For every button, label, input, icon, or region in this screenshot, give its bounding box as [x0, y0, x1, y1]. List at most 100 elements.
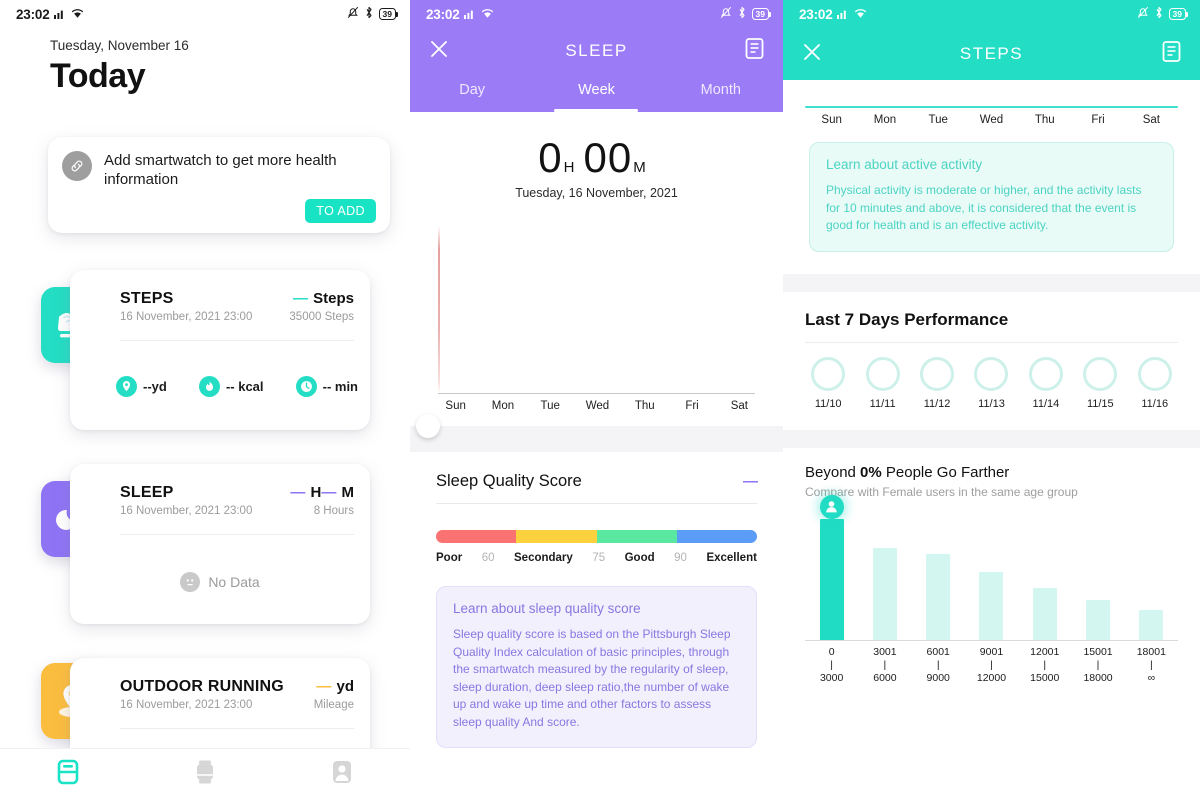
- wifi-icon: [854, 7, 867, 22]
- week-underline: [805, 106, 1178, 108]
- close-x-icon[interactable]: [801, 41, 823, 67]
- drag-handle[interactable]: [416, 414, 440, 438]
- scale-label-good: Good: [624, 552, 655, 564]
- beyond-subtitle: Compare with Female users in the same ag…: [805, 484, 1078, 499]
- steps-distribution-chart: 0 | 3000 3001 | 6000 6001 | 9000 9001 | 12000 12…: [805, 494, 1178, 684]
- sleep-total-block: 0H 00M Tuesday, 16 November, 2021: [410, 134, 783, 200]
- nav-device-button[interactable]: [193, 758, 217, 791]
- week-day[interactable]: Tue: [912, 114, 965, 126]
- bluetooth-icon: [1154, 6, 1164, 22]
- progress-ring-icon: [920, 356, 955, 391]
- scale-segment-secondary: [516, 530, 597, 543]
- week-day[interactable]: Sun: [805, 114, 858, 126]
- tab-month[interactable]: Month: [659, 74, 783, 112]
- bar-column: [965, 519, 1018, 641]
- bar-label: 18001 | ∞: [1136, 645, 1166, 684]
- week-day[interactable]: Mon: [858, 114, 911, 126]
- bar-label: 0 | 3000: [819, 645, 844, 684]
- steps-summary-card[interactable]: — Steps 35000 Steps STEPS 16 November, 2…: [70, 270, 370, 430]
- bar-column: [912, 519, 965, 641]
- progress-ring-icon: [1083, 356, 1118, 391]
- divider: [436, 503, 757, 504]
- progress-ring-icon: [1028, 356, 1063, 391]
- performance-day-label: 11/12: [923, 397, 951, 410]
- divider: [120, 728, 354, 729]
- bottom-navigation-bar: [0, 748, 410, 800]
- sleep-hours: 0: [538, 134, 563, 181]
- section-separator-band: [783, 273, 1200, 292]
- performance-day-label: 11/13: [978, 397, 1005, 410]
- x-tick: Sun: [445, 400, 466, 412]
- notes-document-icon[interactable]: [1161, 40, 1182, 68]
- chart-x-axis: [805, 639, 1178, 641]
- wifi-icon: [71, 7, 84, 22]
- performance-day[interactable]: 11/15: [1073, 356, 1127, 410]
- performance-day[interactable]: 11/14: [1019, 356, 1073, 410]
- sleep-detail-panel: 23:02 39 SLEEP Day Week Month 0H 00M Tue…: [410, 0, 783, 800]
- sleep-period-tabs: Day Week Month: [410, 74, 783, 112]
- steps-detail-panel: 23:02 39 STEPS Sun Mon Tue Wed Thu Fri S…: [783, 0, 1200, 800]
- performance-rings: 11/10 11/11 11/12 11/13 11/14 11/15 11/1…: [801, 356, 1182, 410]
- week-day[interactable]: Fri: [1071, 114, 1124, 126]
- tab-week[interactable]: Week: [534, 74, 658, 112]
- section-separator-band: [783, 429, 1200, 448]
- bar-label: 3001 | 6000: [873, 645, 897, 684]
- performance-day[interactable]: 11/12: [910, 356, 964, 410]
- bar-column: [1018, 519, 1071, 641]
- performance-section-title: Last 7 Days Performance: [805, 309, 1009, 329]
- stat-calories-label: -- kcal: [225, 379, 264, 394]
- sleep-total-date: Tuesday, 16 November, 2021: [515, 186, 678, 200]
- stat-distance-label: --yd: [143, 379, 167, 394]
- neutral-face-icon: [180, 572, 201, 592]
- cellular-signal-icon: [53, 7, 67, 22]
- user-avatar-icon: [819, 494, 844, 519]
- close-x-icon[interactable]: [428, 38, 450, 64]
- scale-label-excellent: Excellent: [706, 552, 757, 564]
- beyond-prefix: Beyond: [805, 463, 861, 481]
- sleep-summary-card[interactable]: — H— M 8 Hours SLEEP 16 November, 2021 2…: [70, 464, 370, 624]
- sleep-week-chart[interactable]: [438, 226, 755, 394]
- add-smartwatch-card[interactable]: Add smartwatch to get more health inform…: [48, 137, 390, 233]
- status-bar-sleep: 23:02 39: [410, 0, 783, 28]
- performance-day-label: 11/11: [869, 397, 896, 410]
- bar-column: [1071, 519, 1124, 641]
- performance-day[interactable]: 11/10: [801, 356, 855, 410]
- to-add-button[interactable]: TO ADD: [305, 199, 376, 223]
- sleep-card-value: — H— M: [290, 484, 354, 501]
- sleep-quality-scale-labels: Poor 60 Secondary 75 Good 90 Excellent: [436, 552, 757, 564]
- performance-day[interactable]: 11/13: [964, 356, 1018, 410]
- sleep-total-value: 0H 00M: [410, 134, 783, 182]
- status-bar-home: 23:02 39: [0, 0, 410, 28]
- divider: [805, 341, 1178, 343]
- nav-health-button[interactable]: [56, 758, 80, 791]
- running-card-unit: Mileage: [313, 699, 354, 711]
- battery-indicator: 39: [378, 8, 399, 20]
- x-tick: Thu: [634, 400, 655, 412]
- performance-day-label: 11/10: [814, 397, 842, 410]
- flame-icon: [198, 376, 220, 397]
- steps-card-unit: 35000 Steps: [289, 311, 354, 323]
- sleep-card-unit: 8 Hours: [313, 505, 354, 517]
- bell-muted-icon: [347, 6, 359, 22]
- wifi-icon: [481, 7, 494, 22]
- steps-header-title: STEPS: [959, 44, 1024, 63]
- sleep-minutes: 00: [583, 134, 633, 181]
- home-date-label: Tuesday, November 16: [50, 38, 189, 53]
- page-title: Today: [50, 57, 146, 95]
- notes-document-icon[interactable]: [744, 37, 765, 65]
- scale-segment-excellent: [676, 530, 757, 543]
- week-day[interactable]: Wed: [965, 114, 1018, 126]
- tab-day[interactable]: Day: [410, 74, 534, 112]
- performance-day[interactable]: 11/11: [855, 356, 909, 410]
- x-tick: Sat: [730, 400, 748, 412]
- nav-profile-button[interactable]: [330, 758, 354, 791]
- progress-ring-icon: [865, 356, 900, 391]
- week-day[interactable]: Sat: [1125, 114, 1178, 126]
- week-day[interactable]: Thu: [1018, 114, 1071, 126]
- steps-week-strip[interactable]: Sun Mon Tue Wed Thu Fri Sat: [805, 106, 1178, 126]
- scale-threshold-60: 60: [481, 552, 495, 564]
- stat-calories: -- kcal: [198, 376, 264, 397]
- performance-day[interactable]: 11/16: [1128, 356, 1182, 410]
- divider: [120, 340, 354, 341]
- progress-ring-icon: [974, 356, 1009, 391]
